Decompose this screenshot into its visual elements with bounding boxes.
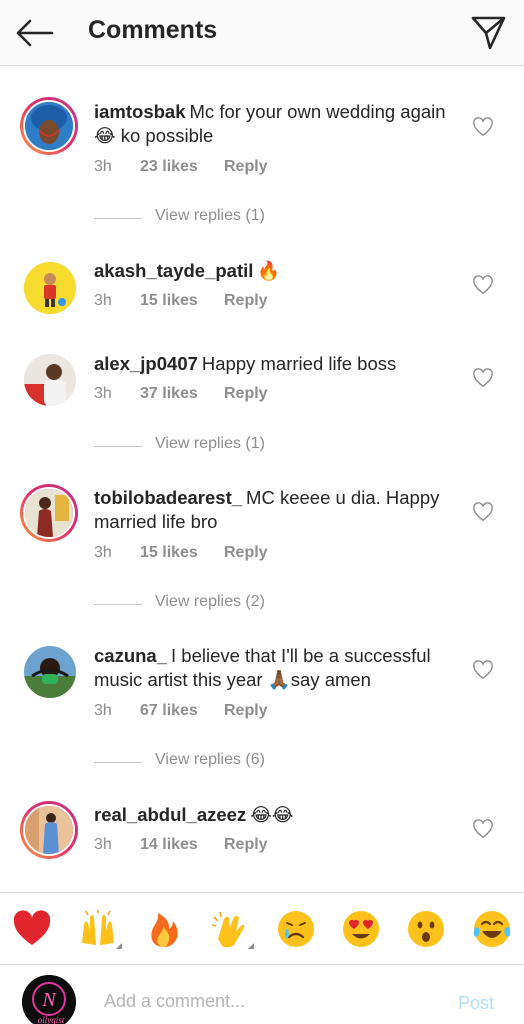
view-replies-link[interactable]: View replies (1)	[94, 435, 394, 459]
likes-count[interactable]: 14 likes	[140, 836, 224, 854]
comment-time: 3h	[94, 385, 112, 402]
avatar[interactable]	[20, 801, 78, 859]
likes-count[interactable]: 23 likes	[140, 158, 224, 176]
like-heart-icon[interactable]	[472, 368, 494, 388]
likes-count[interactable]: 15 likes	[140, 544, 224, 562]
comment-composer: N ollygist Post	[0, 964, 524, 1024]
comment-input[interactable]	[104, 991, 424, 1012]
divider	[94, 604, 142, 605]
clapping-hands-emoji-icon[interactable]	[210, 909, 250, 949]
divider	[94, 446, 142, 447]
likes-count[interactable]: 15 likes	[140, 292, 224, 310]
reply-button[interactable]: Reply	[224, 544, 268, 562]
comment-time: 3h	[94, 702, 112, 719]
likes-count[interactable]: 67 likes	[140, 702, 224, 720]
view-replies-link[interactable]: View replies (2)	[94, 593, 394, 617]
view-replies-link[interactable]: View replies (6)	[94, 751, 394, 775]
comment-username[interactable]: real_abdul_azeez	[94, 804, 246, 825]
skin-tone-indicator	[248, 943, 254, 949]
send-icon[interactable]	[468, 12, 508, 52]
comment-time: 3h	[94, 158, 112, 175]
crying-face-emoji-icon[interactable]	[276, 909, 316, 949]
like-heart-icon[interactable]	[472, 819, 494, 839]
avatar[interactable]	[24, 262, 76, 314]
comment-meta: 3h 37 likes Reply	[94, 385, 268, 403]
comment-text: 😂😂	[250, 804, 294, 825]
reply-button[interactable]: Reply	[224, 702, 268, 720]
skin-tone-indicator	[116, 943, 122, 949]
avatar-logo-caption: ollygist	[38, 1015, 65, 1024]
comment-username[interactable]: akash_tayde_patil	[94, 260, 253, 281]
comment-meta: 3h 15 likes Reply	[94, 292, 268, 310]
divider	[94, 218, 142, 219]
comment-username[interactable]: iamtosbak	[94, 101, 186, 122]
like-heart-icon[interactable]	[472, 117, 494, 137]
like-heart-icon[interactable]	[472, 502, 494, 522]
heart-eyes-emoji-icon[interactable]	[341, 909, 381, 949]
avatar[interactable]	[20, 484, 78, 542]
heart-emoji-icon[interactable]	[12, 909, 52, 949]
avatar[interactable]	[24, 354, 76, 406]
avatar[interactable]	[20, 97, 78, 155]
emoji-quick-bar	[0, 892, 524, 964]
likes-count[interactable]: 37 likes	[140, 385, 224, 403]
comment-time: 3h	[94, 292, 112, 309]
comment-username[interactable]: cazuna_	[94, 645, 167, 666]
comment-time: 3h	[94, 836, 112, 853]
page-title: Comments	[88, 16, 218, 44]
reply-button[interactable]: Reply	[224, 158, 268, 176]
comment-time: 3h	[94, 544, 112, 561]
avatar[interactable]	[24, 646, 76, 698]
comment-username[interactable]: alex_jp0407	[94, 353, 198, 374]
reply-button[interactable]: Reply	[224, 836, 268, 854]
comment-username[interactable]: tobilobadearest_	[94, 487, 242, 508]
comment-text: Happy married life boss	[201, 353, 397, 374]
comment-meta: 3h 23 likes Reply	[94, 158, 268, 176]
header: Comments	[0, 0, 524, 66]
post-button[interactable]: Post	[458, 993, 494, 1014]
comment-meta: 3h 15 likes Reply	[94, 544, 268, 562]
reply-button[interactable]: Reply	[224, 385, 268, 403]
surprised-face-emoji-icon[interactable]	[406, 909, 446, 949]
current-user-avatar[interactable]: N ollygist	[22, 975, 76, 1024]
fire-emoji-icon[interactable]	[144, 909, 184, 949]
comment-text: 🔥	[257, 260, 281, 281]
comment-meta: 3h 67 likes Reply	[94, 702, 268, 720]
avatar-logo-letter: N	[41, 989, 57, 1011]
reply-button[interactable]: Reply	[224, 292, 268, 310]
comment-meta: 3h 14 likes Reply	[94, 836, 268, 854]
view-replies-link[interactable]: View replies (1)	[94, 207, 394, 231]
like-heart-icon[interactable]	[472, 275, 494, 295]
raising-hands-emoji-icon[interactable]	[78, 909, 118, 949]
back-arrow-icon[interactable]	[14, 16, 54, 50]
tears-of-joy-emoji-icon[interactable]	[472, 909, 512, 949]
like-heart-icon[interactable]	[472, 660, 494, 680]
divider	[94, 762, 142, 763]
